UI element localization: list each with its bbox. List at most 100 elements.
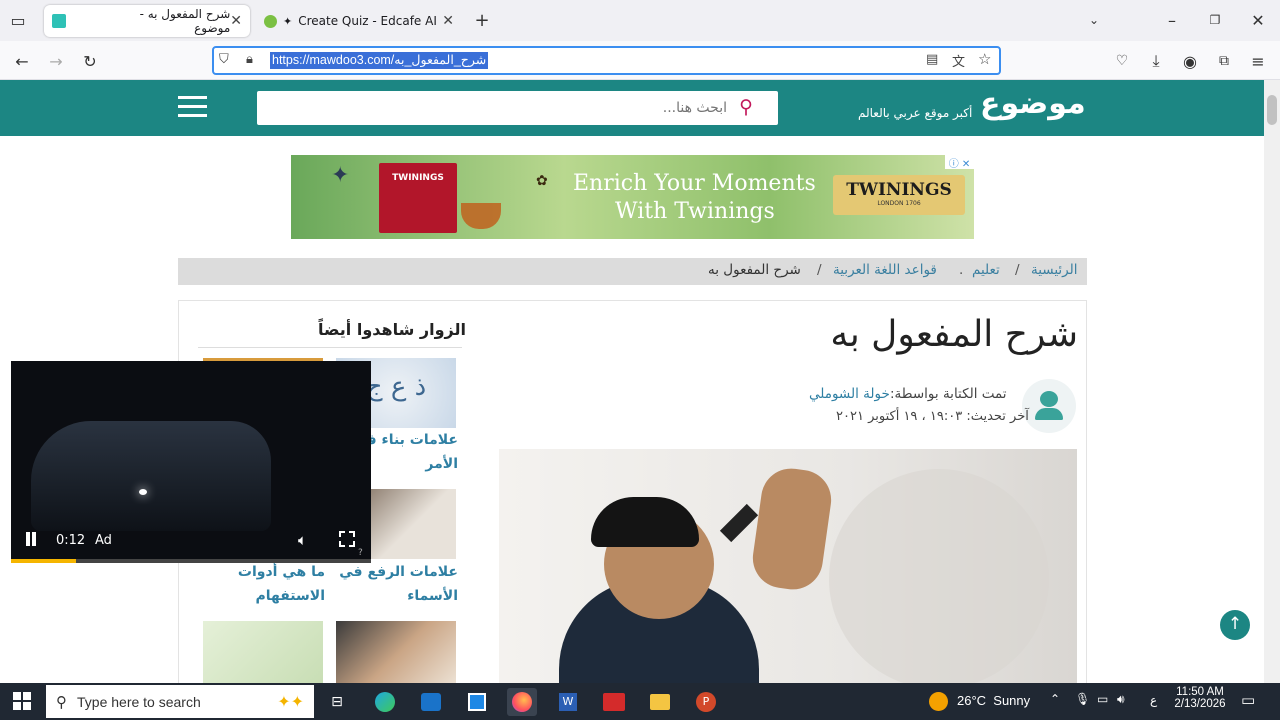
outlook-icon[interactable] — [416, 688, 446, 716]
hamburger-menu-icon[interactable] — [178, 96, 207, 117]
lock-icon[interactable]: 🔒︎ — [246, 52, 253, 67]
ad-label: Ad — [95, 533, 112, 548]
shadow-silhouette — [829, 469, 1049, 689]
weather-text[interactable]: 26°C Sunny — [957, 693, 1030, 708]
related-title[interactable]: ما هي أدوات الاستفهام — [203, 560, 325, 608]
breadcrumb — [178, 258, 1087, 285]
account-icon[interactable]: ◉ — [1177, 48, 1203, 74]
site-tagline: أكبر موقع عربي بالعالم — [858, 106, 973, 120]
notifications-icon[interactable]: ▭ — [1241, 691, 1255, 709]
shield-icon[interactable]: ⛉ — [219, 52, 229, 67]
close-tab-icon[interactable]: ✕ — [442, 13, 454, 29]
breadcrumb-home[interactable]: الرئيسية — [1031, 262, 1078, 278]
site-favicon-icon — [52, 14, 66, 28]
breadcrumb-separator: / — [1015, 262, 1020, 278]
word-icon[interactable]: W — [553, 688, 583, 716]
article-title: شرح المفعول به — [830, 314, 1078, 355]
url-text[interactable]: https://mawdoo3.com/شرح_المفعول_به — [270, 52, 489, 69]
breadcrumb-current: شرح المفعول به — [708, 262, 801, 278]
butterfly-icon: ✿ — [536, 173, 548, 189]
breadcrumb-grammar[interactable]: قواعد اللغة العربية — [833, 262, 937, 278]
related-title[interactable]: علامات الرفع في الأسماء — [336, 560, 458, 608]
ad-choices-icon[interactable]: ⓘ ✕ — [945, 155, 974, 170]
scroll-to-top-icon[interactable]: ↑ — [1220, 610, 1250, 640]
tab-mawdoo3[interactable]: شرح المفعول به - موضوع ✕ — [44, 5, 250, 37]
taskbar-search[interactable]: ⚲ Type here to search ✦✦ — [46, 685, 314, 718]
forward-icon[interactable]: → — [43, 48, 69, 74]
network-icon[interactable]: ▭ — [1097, 692, 1108, 706]
extensions-icon[interactable]: ⧉ — [1211, 48, 1237, 74]
tray-chevron-up-icon[interactable]: ⌃ — [1050, 692, 1060, 706]
bookmark-star-icon[interactable]: ☆ — [978, 50, 991, 68]
divider — [198, 347, 462, 348]
author-link[interactable]: خولة الشوملي — [809, 386, 890, 402]
thumb-hand-writing[interactable] — [336, 621, 456, 691]
app-icon[interactable] — [599, 688, 629, 716]
firefox-icon[interactable] — [507, 688, 537, 716]
translate-icon[interactable]: 文 — [952, 51, 965, 70]
scrollbar[interactable] — [1264, 80, 1280, 683]
powerpoint-icon[interactable]: P — [691, 688, 721, 716]
input-language[interactable]: ع — [1150, 693, 1157, 707]
restore-icon[interactable]: ❐ — [1202, 7, 1228, 33]
car-light — [139, 489, 147, 495]
close-window-icon[interactable]: ✕ — [1245, 7, 1271, 33]
microphone-icon[interactable]: 🎙︎ — [1075, 692, 1090, 706]
video-time: 0:12 — [56, 533, 86, 548]
windows-start-icon[interactable] — [13, 692, 31, 710]
back-icon[interactable]: ← — [9, 48, 35, 74]
sparkle-icon: ✦✦ — [277, 692, 304, 711]
marker-image — [719, 503, 759, 543]
weather-sun-icon[interactable] — [929, 692, 948, 711]
volume-icon[interactable]: 🔊︎ — [1117, 692, 1125, 707]
close-tab-icon[interactable]: ✕ — [230, 13, 242, 29]
twinings-logo: TWININGS LONDON 1706 — [833, 175, 965, 215]
pocket-icon[interactable]: ♡ — [1109, 48, 1135, 74]
butterfly-icon: ✦ — [331, 163, 350, 188]
related-heading: الزوار شاهدوا أيضاً — [318, 320, 466, 339]
fullscreen-icon[interactable] — [339, 531, 355, 547]
search-icon[interactable]: ⚲ — [739, 96, 753, 118]
student-cap — [591, 497, 699, 547]
new-tab-icon[interactable]: + — [469, 7, 495, 33]
search-input[interactable] — [267, 97, 727, 119]
person-icon — [1040, 391, 1058, 407]
minimize-icon[interactable]: – — [1159, 7, 1185, 33]
breadcrumb-education[interactable]: تعليم — [972, 262, 1000, 278]
tea-box-image: TWININGS — [379, 163, 457, 233]
mute-icon[interactable]: 🔈︎ — [298, 531, 307, 549]
thumb-notebook[interactable] — [203, 621, 323, 691]
ad-headline-2: With Twinings — [615, 199, 775, 224]
tab-edcafe[interactable]: ✦ Create Quiz - Edcafe AI ✕ — [256, 5, 462, 37]
download-icon[interactable]: ⤓ — [1143, 48, 1169, 74]
puzzle-emoji-icon: ✦ — [283, 14, 293, 28]
edge-icon[interactable] — [370, 688, 400, 716]
student-arm — [748, 464, 836, 594]
menu-icon[interactable]: ≡ — [1245, 48, 1271, 74]
breadcrumb-separator: . — [959, 262, 964, 278]
car-image — [31, 421, 271, 531]
teacup-image — [461, 203, 501, 229]
reload-icon[interactable]: ↻ — [77, 48, 103, 74]
reader-view-icon[interactable]: ▤ — [926, 52, 938, 67]
pause-icon[interactable] — [26, 532, 36, 546]
chevron-down-icon[interactable]: ⌄ — [1081, 7, 1107, 33]
ad-headline-1: Enrich Your Moments — [573, 171, 816, 196]
task-view-icon[interactable]: ⊟ — [322, 688, 352, 716]
info-icon[interactable]: ? — [358, 548, 363, 558]
author-label: تمت الكتابة بواسطة: — [890, 386, 1007, 402]
video-progress-track[interactable] — [11, 559, 371, 563]
tab-bar: ▭ شرح المفعول به - موضوع ✕ ✦ Create Quiz… — [0, 0, 1280, 41]
file-explorer-icon[interactable] — [645, 688, 675, 716]
store-icon[interactable] — [462, 688, 492, 716]
video-ad-player[interactable]: 0:12 Ad 🔈︎ ? — [11, 361, 371, 563]
ad-banner[interactable]: TWININGS ✦ ✿ Enrich Your Moments With Tw… — [291, 155, 974, 239]
edcafe-favicon-icon — [264, 14, 277, 28]
search-icon: ⚲ — [56, 692, 67, 711]
clock[interactable]: 11:50 AM 2/13/2026 — [1168, 686, 1232, 710]
updated-date: آخر تحديث: ١٩:٠٣ ، ١٩ أكتوبر ٢٠٢١ — [836, 409, 1029, 424]
search-box[interactable]: ⚲ — [257, 91, 778, 125]
site-logo[interactable]: موضوع — [980, 86, 1086, 121]
article-image — [499, 449, 1077, 689]
tab-list-icon[interactable]: ▭ — [5, 7, 31, 33]
